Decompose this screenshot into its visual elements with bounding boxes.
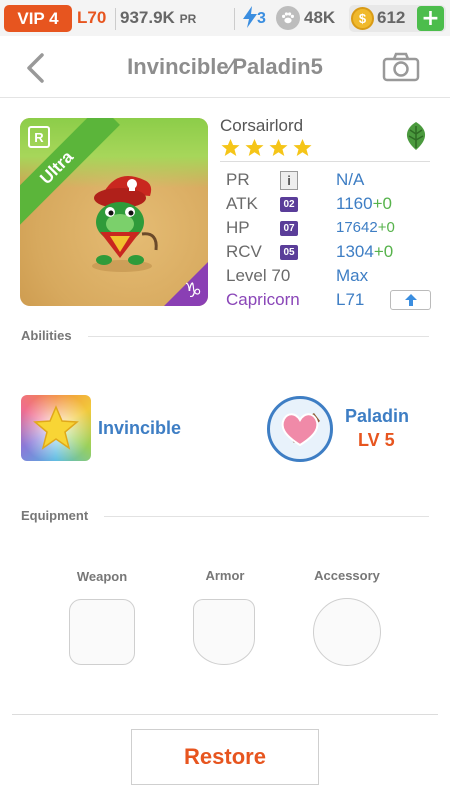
stat-value: 17642	[336, 219, 378, 236]
pr-value: 937.9K	[120, 8, 175, 27]
divider	[220, 161, 430, 162]
divider	[104, 516, 429, 517]
info-icon[interactable]: i	[280, 171, 298, 190]
stat-value-group: 17642+0	[336, 219, 395, 236]
armor-slot[interactable]	[193, 599, 255, 665]
divider	[115, 8, 116, 30]
weapon-slot[interactable]	[69, 599, 135, 665]
constellation-level: L71	[336, 290, 365, 309]
stat-value-group: 1160+0	[336, 194, 392, 214]
upgrade-button[interactable]	[390, 290, 431, 310]
stamina-count: 3	[257, 10, 266, 27]
nav-bar: Invincible∕Paladin5	[0, 36, 450, 98]
stat-value: 1160	[336, 194, 373, 213]
star-icon	[221, 139, 240, 156]
divider	[12, 714, 438, 715]
level-value: Max	[336, 266, 369, 285]
constellation-label: Capricorn	[226, 290, 300, 309]
stat-rank-badge: 05	[280, 245, 298, 260]
stat-row-pr: PR i N/A	[226, 168, 436, 192]
stat-bonus: +0	[372, 194, 392, 213]
player-level: L70	[77, 8, 107, 27]
stat-row-atk: ATK 02 1160+0	[226, 192, 436, 216]
stat-value-group: 1304+0	[336, 242, 393, 262]
leaf-icon	[406, 122, 426, 150]
ability-level: LV 5	[358, 430, 395, 450]
coin-count: 612	[377, 8, 406, 27]
accessory-slot[interactable]	[313, 598, 381, 666]
ability-invincible-icon[interactable]	[21, 395, 91, 461]
level-label: Level 70	[226, 266, 291, 285]
heart-shield-icon	[281, 413, 320, 447]
stat-row-rcv: RCV 05 1304+0	[226, 240, 436, 264]
player-pr: 937.9K PR	[120, 8, 196, 28]
ability-name[interactable]: Invincible	[98, 418, 181, 439]
coin-icon: $	[351, 7, 374, 30]
rank-badge: R	[28, 126, 50, 148]
vip-badge[interactable]: VIP 4	[4, 5, 72, 32]
restore-button[interactable]: Restore	[131, 729, 319, 785]
stat-row-level: Level 70 Max	[226, 264, 436, 288]
stat-row-hp: HP 07 17642+0	[226, 216, 436, 240]
stat-label: PR	[226, 170, 250, 189]
ability-paladin-icon[interactable]	[267, 396, 333, 462]
stat-label: HP	[226, 218, 250, 237]
slot-label-armor: Armor	[205, 568, 245, 583]
equipment-heading: Equipment	[21, 508, 89, 523]
star-icon	[33, 405, 79, 450]
pr-unit: PR	[179, 12, 197, 26]
stat-label: ATK	[226, 194, 258, 213]
divider	[88, 336, 429, 337]
stat-value: 1304	[336, 242, 374, 261]
monster-image	[92, 176, 158, 272]
capricorn-icon: ♑	[184, 278, 202, 302]
ability-name[interactable]: Paladin	[345, 406, 409, 427]
arrow-up-icon	[404, 294, 417, 306]
abilities-heading: Abilities	[21, 328, 72, 343]
star-rating	[220, 138, 313, 158]
star-icon	[245, 139, 264, 156]
star-icon	[269, 139, 288, 156]
stat-value: N/A	[336, 170, 365, 189]
camera-icon[interactable]	[382, 52, 420, 82]
stat-label: RCV	[226, 242, 262, 261]
add-coins-button[interactable]: +	[417, 6, 444, 31]
star-icon	[293, 139, 312, 156]
stat-rank-badge: 02	[280, 197, 298, 212]
stat-row-constellation: Capricorn L71	[226, 288, 436, 312]
paw-icon	[276, 6, 300, 30]
slot-label-weapon: Weapon	[76, 569, 128, 584]
status-bar: VIP 4 L70 937.9K PR 3 48K $ 612 +	[0, 0, 450, 36]
stat-bonus: +0	[373, 242, 394, 261]
divider	[234, 8, 235, 30]
friends-count: 48K	[304, 8, 336, 27]
stats-panel: PR i N/A ATK 02 1160+0 HP 07 17642+0 RCV…	[226, 168, 436, 312]
stat-bonus: +0	[377, 219, 395, 236]
slot-label-accessory: Accessory	[314, 568, 380, 583]
monster-portrait[interactable]: Ultra R ♑	[20, 118, 208, 306]
monster-name: Corsairlord	[220, 116, 304, 135]
stat-rank-badge: 07	[280, 221, 298, 236]
